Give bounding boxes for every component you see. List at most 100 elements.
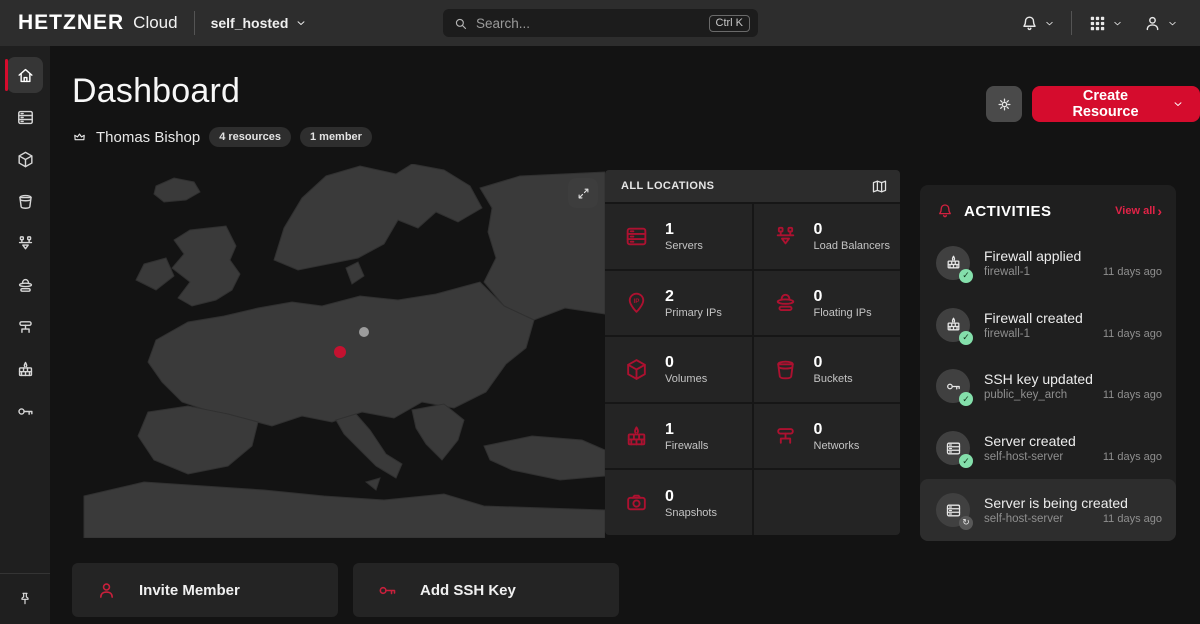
search-placeholder: Search... xyxy=(476,16,709,31)
key-avatar: ✓ xyxy=(936,369,970,403)
stat-label: Primary IPs xyxy=(665,307,722,319)
stat-cell-primary-ips[interactable]: IP 2Primary IPs xyxy=(605,271,752,336)
sidebar-item-servers[interactable] xyxy=(7,99,43,135)
hetzner-logo: HETZNER xyxy=(18,11,124,35)
stat-label: Volumes xyxy=(665,373,707,385)
stat-label: Snapshots xyxy=(665,507,717,519)
view-all-label: View all xyxy=(1115,205,1155,217)
create-resource-button[interactable]: Create Resource xyxy=(1032,86,1200,122)
firewall-icon xyxy=(624,424,649,449)
success-check-icon: ✓ xyxy=(959,392,973,406)
activity-resource-name: self-host-server xyxy=(984,513,1063,525)
locations-panel-header: ALL LOCATIONS xyxy=(605,170,900,202)
map-icon[interactable] xyxy=(871,178,888,195)
activity-item[interactable]: ✓Firewall appliedfirewall-111 days ago xyxy=(920,232,1176,294)
quick-action-label: Add SSH Key xyxy=(420,582,516,599)
stat-count: 0 xyxy=(814,220,890,240)
stat-cell-servers[interactable]: 1Servers xyxy=(605,204,752,269)
quick-action-label: Invite Member xyxy=(139,582,240,599)
server-icon xyxy=(624,224,649,249)
firewall-icon xyxy=(16,360,35,379)
load-balancer-icon xyxy=(16,234,35,253)
stat-cell-firewalls[interactable]: 1Firewalls xyxy=(605,404,752,469)
activity-item[interactable]: ✓SSH key updatedpublic_key_arch11 days a… xyxy=(920,356,1176,418)
stat-count: 0 xyxy=(665,487,717,507)
stat-cell-volumes[interactable]: 0Volumes xyxy=(605,337,752,402)
sidebar-item-volumes[interactable] xyxy=(7,141,43,177)
logo-cloud-label: Cloud xyxy=(133,13,177,33)
stat-label: Firewalls xyxy=(665,440,708,452)
topbar: HETZNER Cloud self_hosted Search... Ctrl… xyxy=(0,0,1200,46)
owner-name: Thomas Bishop xyxy=(96,129,200,146)
network-icon xyxy=(16,318,35,337)
bell-icon xyxy=(936,202,954,220)
sidebar-item-floating-ips[interactable] xyxy=(7,267,43,303)
members-count-badge: 1 member xyxy=(300,127,372,147)
stat-label: Buckets xyxy=(814,373,853,385)
activity-title: Server created xyxy=(984,433,1162,449)
search-input[interactable]: Search... Ctrl K xyxy=(443,9,758,37)
location-marker[interactable] xyxy=(359,327,369,337)
success-check-icon: ✓ xyxy=(959,454,973,468)
sidebar-item-networks[interactable] xyxy=(7,309,43,345)
sidebar-item-firewalls[interactable] xyxy=(7,351,43,387)
server-icon xyxy=(16,108,35,127)
bucket-icon xyxy=(16,192,35,211)
project-selector[interactable]: self_hosted xyxy=(211,15,308,31)
floating-ip-icon xyxy=(16,276,35,295)
resources-count-badge: 4 resources xyxy=(209,127,291,147)
sidebar-footer xyxy=(0,573,50,624)
chevron-down-icon xyxy=(1172,98,1184,110)
view-all-link[interactable]: View all › xyxy=(1115,204,1162,218)
location-marker[interactable] xyxy=(334,346,346,358)
activity-timestamp: 11 days ago xyxy=(1103,513,1162,525)
activity-resource-name: public_key_arch xyxy=(984,389,1067,401)
topbar-divider xyxy=(194,11,195,35)
activity-item[interactable]: ✓Server createdself-host-server11 days a… xyxy=(920,417,1176,479)
bucket-icon xyxy=(773,357,798,382)
activities-panel: ACTIVITIES View all › ✓Firewall appliedf… xyxy=(920,185,1176,541)
server-avatar: ↻ xyxy=(936,493,970,527)
key-icon xyxy=(377,580,398,601)
stat-count: 2 xyxy=(665,287,722,307)
sidebar-nav xyxy=(0,46,50,624)
activity-item[interactable]: ✓Firewall createdfirewall-111 days ago xyxy=(920,294,1176,356)
gear-icon xyxy=(996,96,1013,113)
sidebar-item-ssh-keys[interactable] xyxy=(7,393,43,429)
project-name: self_hosted xyxy=(211,15,289,31)
activity-title: SSH key updated xyxy=(984,371,1162,387)
stat-count: 0 xyxy=(814,420,860,440)
apps-menu[interactable] xyxy=(1088,14,1123,33)
expand-map-button[interactable] xyxy=(568,178,598,208)
crown-icon xyxy=(72,130,87,145)
firewall-avatar: ✓ xyxy=(936,246,970,280)
sidebar-item-load-balancers[interactable] xyxy=(7,225,43,261)
stat-label: Floating IPs xyxy=(814,307,872,319)
stat-cell-networks[interactable]: 0Networks xyxy=(754,404,901,469)
network-icon xyxy=(773,424,798,449)
stat-cell-buckets[interactable]: 0Buckets xyxy=(754,337,901,402)
chevron-right-icon: › xyxy=(1157,204,1162,218)
stat-cell-load-balancers[interactable]: 0Load Balancers xyxy=(754,204,901,269)
stat-cell-snapshots[interactable]: 0Snapshots xyxy=(605,470,752,535)
stat-cell-floating-ips[interactable]: 0Floating IPs xyxy=(754,271,901,336)
world-map[interactable] xyxy=(60,164,605,538)
user-menu[interactable] xyxy=(1143,14,1178,33)
invite-member-button[interactable]: Invite Member xyxy=(72,563,338,617)
volume-icon xyxy=(16,150,35,169)
add-ssh-key-button[interactable]: Add SSH Key xyxy=(353,563,619,617)
primary-ip-icon: IP xyxy=(624,290,649,315)
europe-map-graphic xyxy=(60,164,605,538)
floating-ip-icon xyxy=(773,290,798,315)
pin-sidebar-button[interactable] xyxy=(17,591,33,607)
settings-button[interactable] xyxy=(986,86,1022,122)
activity-item[interactable]: ↻Server is being createdself-host-server… xyxy=(920,479,1176,541)
svg-text:IP: IP xyxy=(634,298,640,305)
sidebar-item-home[interactable] xyxy=(7,57,43,93)
sidebar-item-buckets[interactable] xyxy=(7,183,43,219)
stat-count: 1 xyxy=(665,220,703,240)
notifications-menu[interactable] xyxy=(1020,14,1055,33)
home-icon xyxy=(16,66,35,85)
create-resource-label: Create Resource xyxy=(1048,88,1163,120)
snapshot-icon xyxy=(624,490,649,515)
